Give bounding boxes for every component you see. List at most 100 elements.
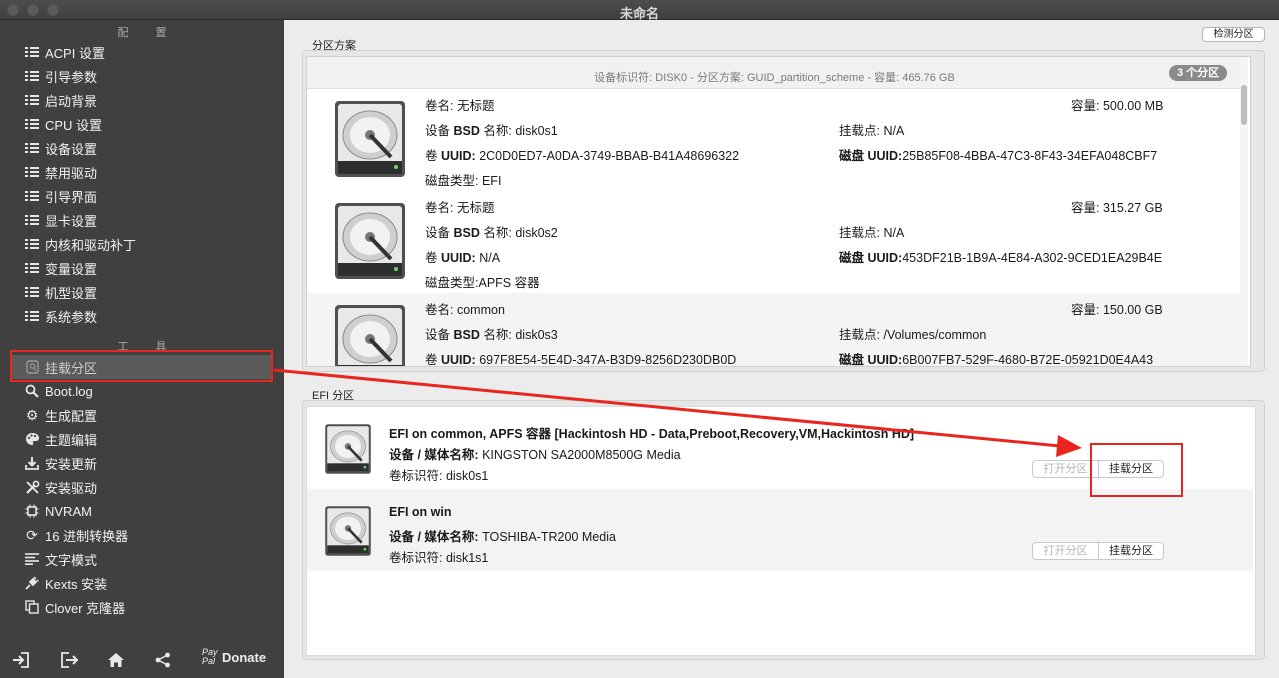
partition-count-badge: 3 个分区 — [1169, 65, 1228, 81]
sidebar-item-label: Boot.log — [45, 383, 93, 399]
sidebar-item-label: 启动背景 — [45, 93, 98, 109]
share-icon[interactable] — [155, 652, 171, 673]
mount-point-value: N/A — [883, 226, 905, 240]
sidebar-item-label: 引导参数 — [45, 69, 98, 85]
annotation-highlight-sidebar — [10, 350, 273, 382]
mount-partition-button[interactable]: 挂载分区 — [1099, 543, 1163, 559]
sidebar-item-graphics[interactable]: 显卡设置 — [12, 208, 272, 232]
efi-action-group: 打开分区 挂载分区 — [1032, 542, 1164, 560]
import-icon[interactable] — [12, 652, 30, 673]
disk-uuid-value: 453DF21B-1B9A-4E84-A302-9CED1EA29B4E — [902, 251, 1163, 265]
hard-drive-icon — [325, 424, 371, 474]
sidebar-item-devices[interactable]: 设备设置 — [12, 136, 272, 160]
sidebar-item-text-mode[interactable]: 文字模式 — [12, 547, 272, 571]
sidebar-item-kexts-installer[interactable]: Kexts 安装 — [12, 571, 272, 595]
media-name-value: TOSHIBA-TR200 Media — [482, 530, 616, 544]
sidebar-item-label: 安装更新 — [45, 456, 98, 472]
clone-icon — [22, 600, 42, 614]
sidebar-item-label: 系统参数 — [45, 309, 98, 325]
sidebar-item-smbios[interactable]: 机型设置 — [12, 280, 272, 304]
sidebar-item-boot-log[interactable]: Boot.log — [12, 379, 272, 403]
list-icon — [22, 190, 42, 202]
list-icon — [22, 46, 42, 58]
sidebar-item-boot-graphics[interactable]: 启动背景 — [12, 88, 272, 112]
sidebar-item-label: CPU 设置 — [45, 117, 103, 133]
hard-drive-icon — [335, 101, 405, 177]
sidebar-item-install-update[interactable]: 安装更新 — [12, 451, 272, 475]
disk-type-value: APFS 容器 — [478, 276, 540, 290]
bsd-name-value: disk0s1 — [515, 124, 558, 138]
sidebar-item-label: 变量设置 — [45, 261, 98, 277]
home-icon[interactable] — [107, 652, 125, 673]
annotation-highlight-mount-button — [1090, 443, 1183, 497]
export-icon[interactable] — [60, 652, 79, 673]
list-icon — [22, 238, 42, 250]
sidebar-bottom-bar: Pay Pal Donate — [0, 642, 284, 678]
donate-button[interactable]: Pay Pal Donate — [202, 648, 266, 666]
efi-row[interactable]: EFI on win 设备 / 媒体名称: TOSHIBA-TR200 Medi… — [307, 489, 1253, 571]
partition-row[interactable]: 卷名: 无标题 容量: 500.00 MB 设备 BSD 名称: disk0s1… — [307, 89, 1242, 191]
sidebar-item-hex-converter[interactable]: ⟳ 16 进制转换器 — [12, 523, 272, 547]
sidebar-item-system-parameters[interactable]: 系统参数 — [12, 304, 272, 328]
sidebar-item-label: 引导界面 — [45, 189, 98, 205]
detect-partitions-button[interactable]: 检测分区 — [1202, 27, 1265, 42]
sidebar-item-boot-args[interactable]: 引导参数 — [12, 64, 272, 88]
sidebar-item-label: 设备设置 — [45, 141, 98, 157]
paypal-icon: Pay Pal — [202, 647, 218, 666]
volume-name: common — [456, 303, 505, 317]
main-content: 检测分区 分区方案 设备标识符: DISK0 - 分区方案: GUID_part… — [284, 20, 1279, 678]
sidebar-item-install-drivers[interactable]: 安装驱动 — [12, 475, 272, 499]
efi-title: EFI on win — [389, 505, 452, 519]
sidebar-item-variables[interactable]: 变量设置 — [12, 256, 272, 280]
list-icon — [22, 262, 42, 274]
list-icon — [22, 214, 42, 226]
sidebar-item-label: Kexts 安装 — [45, 576, 108, 592]
sidebar-item-label: 显卡设置 — [45, 213, 98, 229]
partition-list[interactable]: 设备标识符: DISK0 - 分区方案: GUID_partition_sche… — [306, 56, 1251, 367]
bsd-name-value: disk0s2 — [515, 226, 558, 240]
volume-name: 无标题 — [456, 99, 495, 113]
sidebar-item-disable-drivers[interactable]: 禁用驱动 — [12, 160, 272, 184]
open-partition-button[interactable]: 打开分区 — [1033, 543, 1099, 559]
disk-type-value: EFI — [481, 174, 502, 188]
sidebar-item-gui[interactable]: 引导界面 — [12, 184, 272, 208]
sidebar-item-label: NVRAM — [45, 503, 92, 519]
sidebar-item-cpu[interactable]: CPU 设置 — [12, 112, 272, 136]
volume-id-value: disk1s1 — [445, 551, 489, 565]
sidebar-item-nvram[interactable]: NVRAM — [12, 499, 272, 523]
sidebar-item-label: 16 进制转换器 — [45, 528, 129, 544]
list-icon — [22, 166, 42, 178]
partition-row[interactable]: 卷名: common 容量: 150.00 GB 设备 BSD 名称: disk… — [307, 293, 1242, 367]
sidebar-item-label: 机型设置 — [45, 285, 98, 301]
media-name-value: KINGSTON SA2000M8500G Media — [482, 448, 681, 462]
donate-label: Donate — [222, 649, 267, 665]
chip-icon — [22, 504, 42, 518]
volume-uuid-value: 2C0D0ED7-A0DA-3749-BBAB-B41A48696322 — [479, 149, 740, 163]
sidebar-item-acpi[interactable]: ACPI 设置 — [12, 40, 272, 64]
gear-icon: ⚙ — [25, 406, 39, 423]
volume-uuid-value: N/A — [479, 251, 501, 265]
scrollbar-thumb[interactable] — [1241, 85, 1247, 125]
partition-list-scrollbar[interactable] — [1240, 57, 1248, 366]
refresh-icon: ⟳ — [26, 526, 38, 543]
sidebar-item-clover-cloner[interactable]: Clover 克隆器 — [12, 595, 272, 619]
partition-row[interactable]: 卷名: 无标题 容量: 315.27 GB 设备 BSD 名称: disk0s2… — [307, 191, 1242, 293]
sidebar-item-label: 文字模式 — [45, 552, 98, 568]
hard-drive-icon — [335, 305, 405, 366]
sidebar-item-kernel-patches[interactable]: 内核和驱动补丁 — [12, 232, 272, 256]
sidebar-item-label: 内核和驱动补丁 — [45, 237, 137, 253]
disk-info-text: 设备标识符: DISK0 - 分区方案: GUID_partition_sche… — [594, 72, 955, 84]
volume-id-value: disk0s1 — [445, 469, 489, 483]
sidebar-item-generate-config[interactable]: ⚙ 生成配置 — [12, 403, 272, 427]
search-icon — [22, 384, 42, 398]
sidebar-item-theme-editor[interactable]: 主题编辑 — [12, 427, 272, 451]
sidebar-item-label: 主题编辑 — [45, 432, 98, 448]
sidebar-item-label: 安装驱动 — [45, 480, 98, 496]
palette-icon — [22, 432, 42, 446]
sidebar-item-label: 禁用驱动 — [45, 165, 98, 181]
disk-uuid-value: 6B007FB7-529F-4680-B72E-05921D0E4A43 — [902, 353, 1154, 367]
capacity-value: 315.27 GB — [1102, 201, 1163, 215]
list-icon — [22, 142, 42, 154]
sidebar-item-label: Clover 克隆器 — [45, 600, 126, 616]
download-icon — [22, 456, 42, 470]
